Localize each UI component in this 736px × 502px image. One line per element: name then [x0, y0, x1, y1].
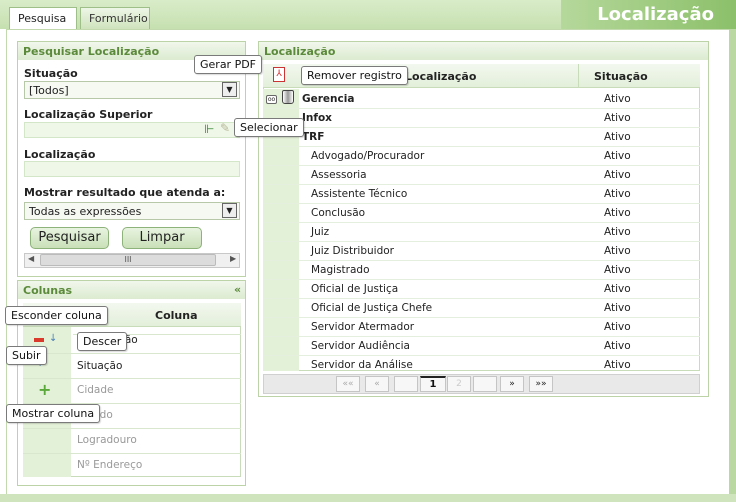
situacao-label: Situação	[24, 67, 78, 80]
grid-row-situacao[interactable]: Ativo	[604, 245, 631, 257]
mostrar-resultado-value: Todas as expressões	[29, 205, 142, 218]
grid-row-localizacao[interactable]: Juiz	[311, 226, 329, 238]
row-divider	[263, 298, 700, 299]
scroll-left-icon[interactable]: ◀	[28, 254, 34, 263]
gerar-pdf-tooltip: Gerar PDF	[194, 55, 263, 74]
row-divider	[263, 222, 700, 223]
grid-row-localizacao[interactable]: Servidor Audiência	[311, 340, 410, 352]
row-divider	[263, 241, 700, 242]
column-name-logradouro: Logradouro	[77, 434, 137, 446]
grid-row-localizacao[interactable]: Servidor Atermador	[311, 321, 414, 333]
esconder-coluna-tooltip: Esconder coluna	[5, 306, 108, 325]
trash-icon[interactable]	[282, 90, 294, 104]
selecionar-tooltip: Selecionar	[234, 118, 304, 137]
show-column-icon[interactable]: +	[38, 380, 51, 399]
pager-next-button[interactable]: »	[500, 376, 524, 392]
limpar-button[interactable]: Limpar	[122, 227, 202, 249]
tree-select-icon[interactable]: ⊩	[204, 122, 214, 136]
pager-blank-2	[473, 376, 497, 392]
grid-row-localizacao[interactable]: Oficial de Justiça Chefe	[311, 302, 432, 314]
mostrar-coluna-tooltip: Mostrar coluna	[6, 404, 101, 423]
chevron-down-icon[interactable]: ▼	[222, 82, 237, 97]
grid-row-localizacao[interactable]: Oficial de Justiça	[311, 283, 398, 295]
row-divider	[263, 184, 700, 185]
situacao-select-value: [Todos]	[29, 84, 69, 97]
pager-prev-button[interactable]: «	[365, 376, 389, 392]
grid-row-situacao[interactable]: Ativo	[604, 283, 631, 295]
row-divider	[263, 108, 700, 109]
mostrar-resultado-label: Mostrar resultado que atenda a:	[24, 186, 226, 199]
scroll-right-icon[interactable]: ▶	[230, 254, 236, 263]
column-name-situacao: Situação	[77, 360, 123, 372]
grid-row-localizacao[interactable]: Gerencia	[302, 93, 354, 105]
row-divider	[263, 260, 700, 261]
grid-row-situacao[interactable]: Ativo	[604, 226, 631, 238]
grid-row-localizacao[interactable]: TRF	[302, 131, 324, 143]
remover-registro-tooltip: Remover registro	[301, 66, 408, 85]
pdf-icon[interactable]: ⅄	[273, 67, 285, 82]
mostrar-resultado-select[interactable]: Todas as expressões	[24, 202, 240, 220]
grid-row-situacao[interactable]: Ativo	[604, 264, 631, 276]
grid-header-localizacao[interactable]: Localização	[405, 70, 476, 83]
row-divider	[263, 279, 700, 280]
tab-pesquisa[interactable]: Pesquisa	[9, 7, 77, 29]
move-down-icon[interactable]: ↓	[49, 333, 57, 344]
grid-row-localizacao[interactable]: Servidor da Análise	[311, 359, 413, 371]
eraser-icon[interactable]: ✎	[220, 121, 230, 135]
descer-tooltip: Descer	[77, 332, 128, 351]
select-icon[interactable]: oo	[266, 95, 277, 104]
row-divider	[263, 336, 700, 337]
grid-row-situacao[interactable]: Ativo	[604, 340, 631, 352]
right-border-strip	[729, 29, 736, 499]
chevron-down-icon[interactable]: ▼	[222, 203, 237, 218]
column-name-numero-endereco: Nº Endereço	[77, 459, 143, 471]
pager-last-button[interactable]: »»	[529, 376, 553, 392]
row-divider	[263, 355, 700, 356]
column-name-cidade: Cidade	[77, 384, 114, 396]
grid-row-localizacao[interactable]: Assistente Técnico	[311, 188, 407, 200]
pesquisar-button[interactable]: Pesquisar	[30, 227, 109, 249]
grid-row-situacao[interactable]: Ativo	[604, 150, 631, 162]
pager-current-page[interactable]: 1	[420, 376, 446, 392]
grid-row-localizacao[interactable]: Magistrado	[311, 264, 370, 276]
row-divider	[263, 317, 700, 318]
localizacao-field[interactable]	[24, 161, 240, 177]
pager-blank	[394, 376, 418, 392]
grid-row-localizacao[interactable]: Juiz Distribuidor	[311, 245, 394, 257]
grid-row-situacao[interactable]: Ativo	[604, 131, 631, 143]
grid-row-situacao[interactable]: Ativo	[604, 112, 631, 124]
results-panel-title: Localização	[259, 42, 708, 60]
grid-row-localizacao[interactable]: Assessoria	[311, 169, 367, 181]
grid-row-situacao[interactable]: Ativo	[604, 188, 631, 200]
situacao-select[interactable]: [Todos]	[24, 81, 240, 99]
grid-row-situacao[interactable]: Ativo	[604, 207, 631, 219]
hide-column-icon[interactable]	[34, 338, 44, 342]
row-divider	[263, 203, 700, 204]
page-title: Localização	[597, 4, 714, 25]
columns-panel-title: Colunas	[18, 281, 245, 299]
subir-tooltip: Subir	[6, 346, 47, 365]
grid-row-situacao[interactable]: Ativo	[604, 302, 631, 314]
pager-page-2[interactable]: 2	[447, 376, 471, 392]
grid-row-situacao[interactable]: Ativo	[604, 169, 631, 181]
grid-row-localizacao[interactable]: Infox	[302, 112, 332, 124]
grid-row-situacao[interactable]: Ativo	[604, 93, 631, 105]
localizacao-superior-label: Localização Superior	[24, 108, 153, 121]
localizacao-label: Localização	[24, 148, 96, 161]
coluna-header: Coluna	[155, 309, 198, 322]
row-divider	[263, 146, 700, 147]
row-divider	[263, 165, 700, 166]
pager-first-button[interactable]: ««	[336, 376, 360, 392]
collapse-panel-icon[interactable]: «	[234, 283, 241, 296]
tab-formulario[interactable]: Formulário	[80, 7, 150, 29]
grid-header-situacao[interactable]: Situação	[594, 70, 648, 83]
scroll-thumb[interactable]: III	[40, 254, 216, 266]
grid-row-situacao[interactable]: Ativo	[604, 321, 631, 333]
bottom-border-strip	[0, 494, 736, 502]
grid-row-localizacao[interactable]: Advogado/Procurador	[311, 150, 424, 162]
grid-row-localizacao[interactable]: Conclusão	[311, 207, 365, 219]
grid-row-situacao[interactable]: Ativo	[604, 359, 631, 371]
row-divider	[263, 127, 700, 128]
